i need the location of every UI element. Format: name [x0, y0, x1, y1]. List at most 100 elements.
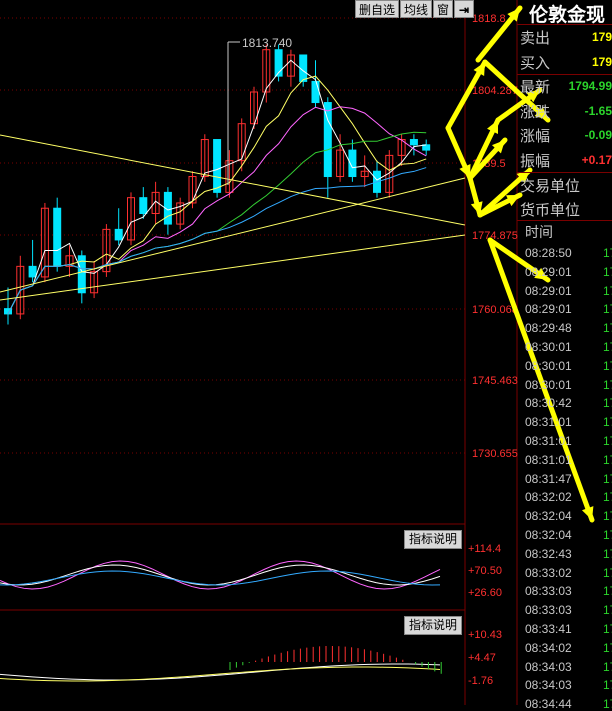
- tick-time: 08:33:41: [525, 622, 572, 636]
- tick-price: 17: [603, 302, 612, 317]
- buy-value: 179: [591, 55, 612, 69]
- indicator2-help-button[interactable]: 指标说明: [404, 616, 463, 635]
- tick-time: 08:32:04: [525, 528, 572, 542]
- tick-price: 17: [603, 565, 612, 580]
- tick-time: 08:30:42: [525, 396, 572, 411]
- tick-price: 17: [603, 396, 612, 411]
- grid: [0, 0, 518, 705]
- high-marker-label: 1813.740: [242, 36, 292, 50]
- tick-price: 17: [603, 584, 612, 599]
- indicator2-tick-label: -1.76: [468, 675, 493, 687]
- tick-time: 08:32:04: [525, 509, 572, 524]
- candle-body: [114, 228, 123, 241]
- price-tick-label: 1745.463: [472, 375, 518, 387]
- price-tick-label: 1774.875: [472, 230, 518, 242]
- amp-value: +0.17: [581, 153, 612, 167]
- tick-price: 17: [603, 321, 612, 336]
- tick-time: 08:33:03: [525, 603, 572, 618]
- tick-price: 17: [603, 490, 612, 505]
- pct-value: -0.09: [584, 128, 612, 142]
- tick-time: 08:34:03: [525, 659, 572, 674]
- time-header: 时间: [525, 225, 553, 241]
- tick-price: 17: [603, 622, 612, 636]
- tick-price: 17: [603, 264, 612, 279]
- tick-price: 17: [603, 377, 612, 392]
- indicator1-tick-label: +114.4: [468, 543, 501, 555]
- price-tick-label: 1760.068: [472, 304, 518, 316]
- exit-icon[interactable]: ⇥: [454, 0, 475, 18]
- tick-price: 17: [603, 509, 612, 524]
- tick-price: 17: [603, 603, 612, 618]
- instrument-title: 伦敦金现: [529, 4, 606, 26]
- moving-average-line: [7, 106, 427, 315]
- tick-price: 17: [603, 340, 612, 354]
- indicator2-tick-label: +10.43: [468, 629, 502, 641]
- tick-time: 08:28:50: [525, 246, 572, 260]
- change-label: 涨跌: [520, 103, 551, 121]
- buy-label: 买入: [520, 54, 551, 72]
- price-axis-ticks: 1818.81804.2871789.51774.8751760.0681745…: [472, 13, 518, 460]
- tick-time: 08:29:48: [525, 321, 572, 336]
- tick-price: 17: [603, 640, 612, 655]
- tick-time: 08:34:03: [525, 678, 572, 693]
- price-tick-label: 1818.8: [472, 13, 506, 25]
- candle-body: [409, 139, 418, 146]
- tick-price: 17: [603, 283, 612, 298]
- indicator1-help-button[interactable]: 指标说明: [404, 530, 463, 549]
- indicator-panels: +114.4 +70.50 +26.60 +10.43 +4.47 -1.76: [0, 543, 502, 687]
- change-value: -1.65: [584, 104, 612, 118]
- tick-time: 08:33:02: [525, 565, 572, 580]
- tick-time: 08:32:43: [525, 546, 572, 561]
- candle-body: [311, 80, 320, 104]
- tick-time: 08:32:02: [525, 490, 572, 505]
- tick-time: 08:30:01: [525, 358, 572, 373]
- tick-price: 17: [603, 659, 612, 674]
- candle-body: [139, 197, 148, 215]
- tick-price: 17: [603, 452, 612, 467]
- tick-time: 08:34:02: [525, 640, 572, 655]
- tick-price: 17: [603, 528, 612, 542]
- tick-price: 17: [603, 358, 612, 373]
- candle-body: [213, 139, 222, 193]
- tick-time: 08:30:01: [525, 340, 572, 354]
- window-button[interactable]: 窗: [433, 0, 454, 18]
- tick-time: 08:31:01: [525, 452, 572, 467]
- delete-select-button[interactable]: 删自选: [355, 0, 400, 18]
- tick-time: 08:31:01: [525, 434, 572, 448]
- currency-label: 货币单位: [520, 201, 581, 219]
- tick-time: 08:29:01: [525, 283, 572, 298]
- toolbar: 删自选 均线 窗 ⇥: [355, 0, 475, 18]
- indicator1-tick-label: +70.50: [468, 565, 502, 577]
- indicator2-tick-label: +4.47: [468, 652, 496, 664]
- candle-body: [53, 207, 62, 267]
- tick-price: 17: [603, 415, 612, 430]
- tick-price: 17: [603, 434, 612, 448]
- tick-time: 08:29:01: [525, 264, 572, 279]
- kdj-line: [0, 564, 441, 586]
- trend-line: [0, 177, 466, 293]
- tick-price: 17: [603, 697, 612, 711]
- quote-panel: 伦敦金现 卖出 179 买入 179 最新 1794.99 涨跌 -1.65 涨…: [517, 0, 612, 711]
- amp-label: 振幅: [520, 152, 551, 170]
- tick-price: 17: [603, 471, 612, 486]
- tick-time: 08:34:44: [525, 697, 572, 711]
- sell-value: 179: [591, 30, 612, 44]
- last-label: 最新: [520, 78, 551, 96]
- pct-label: 涨幅: [520, 127, 551, 145]
- kdj-line: [0, 570, 441, 586]
- unit-label: 交易单位: [520, 177, 581, 195]
- macd-line: [0, 663, 441, 681]
- tick-price: 17: [603, 546, 612, 561]
- tick-price: 17: [603, 246, 612, 260]
- tick-price: 17: [603, 678, 612, 693]
- tick-time: 08:31:01: [525, 415, 572, 430]
- tick-time: 08:30:01: [525, 377, 572, 392]
- tick-time: 08:29:01: [525, 302, 572, 317]
- tick-time: 08:31:47: [525, 471, 572, 486]
- ma-button[interactable]: 均线: [400, 0, 433, 18]
- indicator1-tick-label: +26.60: [468, 587, 502, 599]
- candles: [4, 44, 431, 325]
- price-tick-label: 1730.655: [472, 448, 518, 460]
- trend-line: [0, 134, 466, 226]
- sell-label: 卖出: [520, 29, 551, 47]
